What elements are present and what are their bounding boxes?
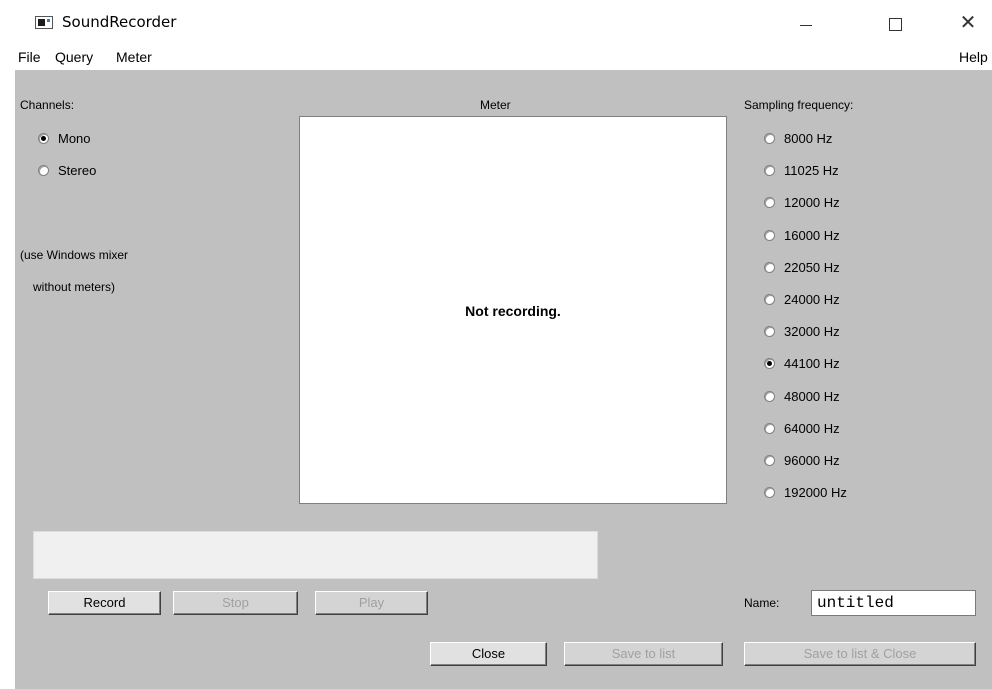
radio-64000-label: 64000 Hz: [784, 421, 840, 436]
radio-24000[interactable]: 24000 Hz: [764, 292, 840, 307]
radio-11025[interactable]: 11025 Hz: [764, 163, 839, 178]
radio-48000[interactable]: 48000 Hz: [764, 389, 840, 404]
meter-display: Not recording.: [299, 116, 727, 504]
radio-stereo[interactable]: Stereo: [38, 163, 96, 178]
radio-44100-indicator[interactable]: [764, 358, 775, 369]
menu-meter[interactable]: Meter: [116, 49, 152, 65]
maximize-button[interactable]: [873, 8, 919, 38]
menu-help[interactable]: Help: [959, 49, 988, 65]
sampling-frequency-label: Sampling frequency:: [744, 98, 854, 112]
radio-11025-label: 11025 Hz: [784, 163, 839, 178]
menu-file[interactable]: File: [18, 49, 41, 65]
radio-11025-indicator[interactable]: [764, 165, 775, 176]
radio-mono-indicator[interactable]: [38, 133, 49, 144]
radio-stereo-label: Stereo: [58, 163, 97, 178]
name-label: Name:: [744, 596, 780, 610]
sound-recorder-window: SoundRecorder ✕ File Query Meter Help Ch…: [15, 0, 992, 689]
radio-192000-indicator[interactable]: [764, 487, 775, 498]
status-area: [33, 531, 598, 579]
radio-44100[interactable]: 44100 Hz: [764, 356, 840, 371]
radio-192000[interactable]: 192000 Hz: [764, 485, 847, 500]
record-button[interactable]: Record: [48, 591, 161, 615]
app-icon: [35, 16, 53, 29]
radio-32000-indicator[interactable]: [764, 326, 775, 337]
radio-12000-label: 12000 Hz: [784, 195, 840, 210]
meter-status-text: Not recording.: [465, 303, 561, 319]
radio-192000-label: 192000 Hz: [784, 485, 847, 500]
radio-stereo-indicator[interactable]: [38, 165, 49, 176]
mixer-note-line2: without meters): [33, 280, 116, 294]
title-bar[interactable]: SoundRecorder ✕: [15, 0, 992, 44]
name-field[interactable]: untitled: [811, 590, 976, 616]
radio-48000-label: 48000 Hz: [784, 389, 840, 404]
radio-44100-label: 44100 Hz: [784, 356, 840, 371]
stop-button[interactable]: Stop: [173, 591, 298, 615]
radio-8000-indicator[interactable]: [764, 133, 775, 144]
radio-48000-indicator[interactable]: [764, 391, 775, 402]
radio-24000-indicator[interactable]: [764, 294, 775, 305]
radio-12000[interactable]: 12000 Hz: [764, 195, 840, 210]
meter-label: Meter: [480, 98, 511, 112]
play-button[interactable]: Play: [315, 591, 428, 615]
radio-24000-label: 24000 Hz: [784, 292, 840, 307]
close-button[interactable]: Close: [430, 642, 547, 666]
radio-16000-label: 16000 Hz: [784, 228, 840, 243]
close-window-button[interactable]: ✕: [945, 8, 991, 38]
radio-96000[interactable]: 96000 Hz: [764, 453, 840, 468]
radio-32000[interactable]: 32000 Hz: [764, 324, 840, 339]
mixer-note-line1: (use Windows mixer: [20, 248, 129, 262]
menu-query[interactable]: Query: [55, 49, 93, 65]
window-title: SoundRecorder: [62, 13, 177, 31]
menu-bar: File Query Meter Help: [15, 44, 992, 70]
radio-16000-indicator[interactable]: [764, 230, 775, 241]
minimize-button[interactable]: [782, 8, 828, 38]
radio-12000-indicator[interactable]: [764, 197, 775, 208]
radio-64000[interactable]: 64000 Hz: [764, 421, 840, 436]
radio-64000-indicator[interactable]: [764, 423, 775, 434]
radio-16000[interactable]: 16000 Hz: [764, 228, 840, 243]
radio-22050-label: 22050 Hz: [784, 260, 840, 275]
radio-mono[interactable]: Mono: [38, 131, 91, 146]
channels-label: Channels:: [20, 98, 75, 112]
radio-22050[interactable]: 22050 Hz: [764, 260, 840, 275]
radio-96000-label: 96000 Hz: [784, 453, 840, 468]
radio-8000-label: 8000 Hz: [784, 131, 833, 146]
save-to-list-and-close-button[interactable]: Save to list & Close: [744, 642, 976, 666]
radio-32000-label: 32000 Hz: [784, 324, 840, 339]
radio-8000[interactable]: 8000 Hz: [764, 131, 832, 146]
save-to-list-button[interactable]: Save to list: [564, 642, 723, 666]
radio-22050-indicator[interactable]: [764, 262, 775, 273]
radio-mono-label: Mono: [58, 131, 91, 146]
radio-96000-indicator[interactable]: [764, 455, 775, 466]
